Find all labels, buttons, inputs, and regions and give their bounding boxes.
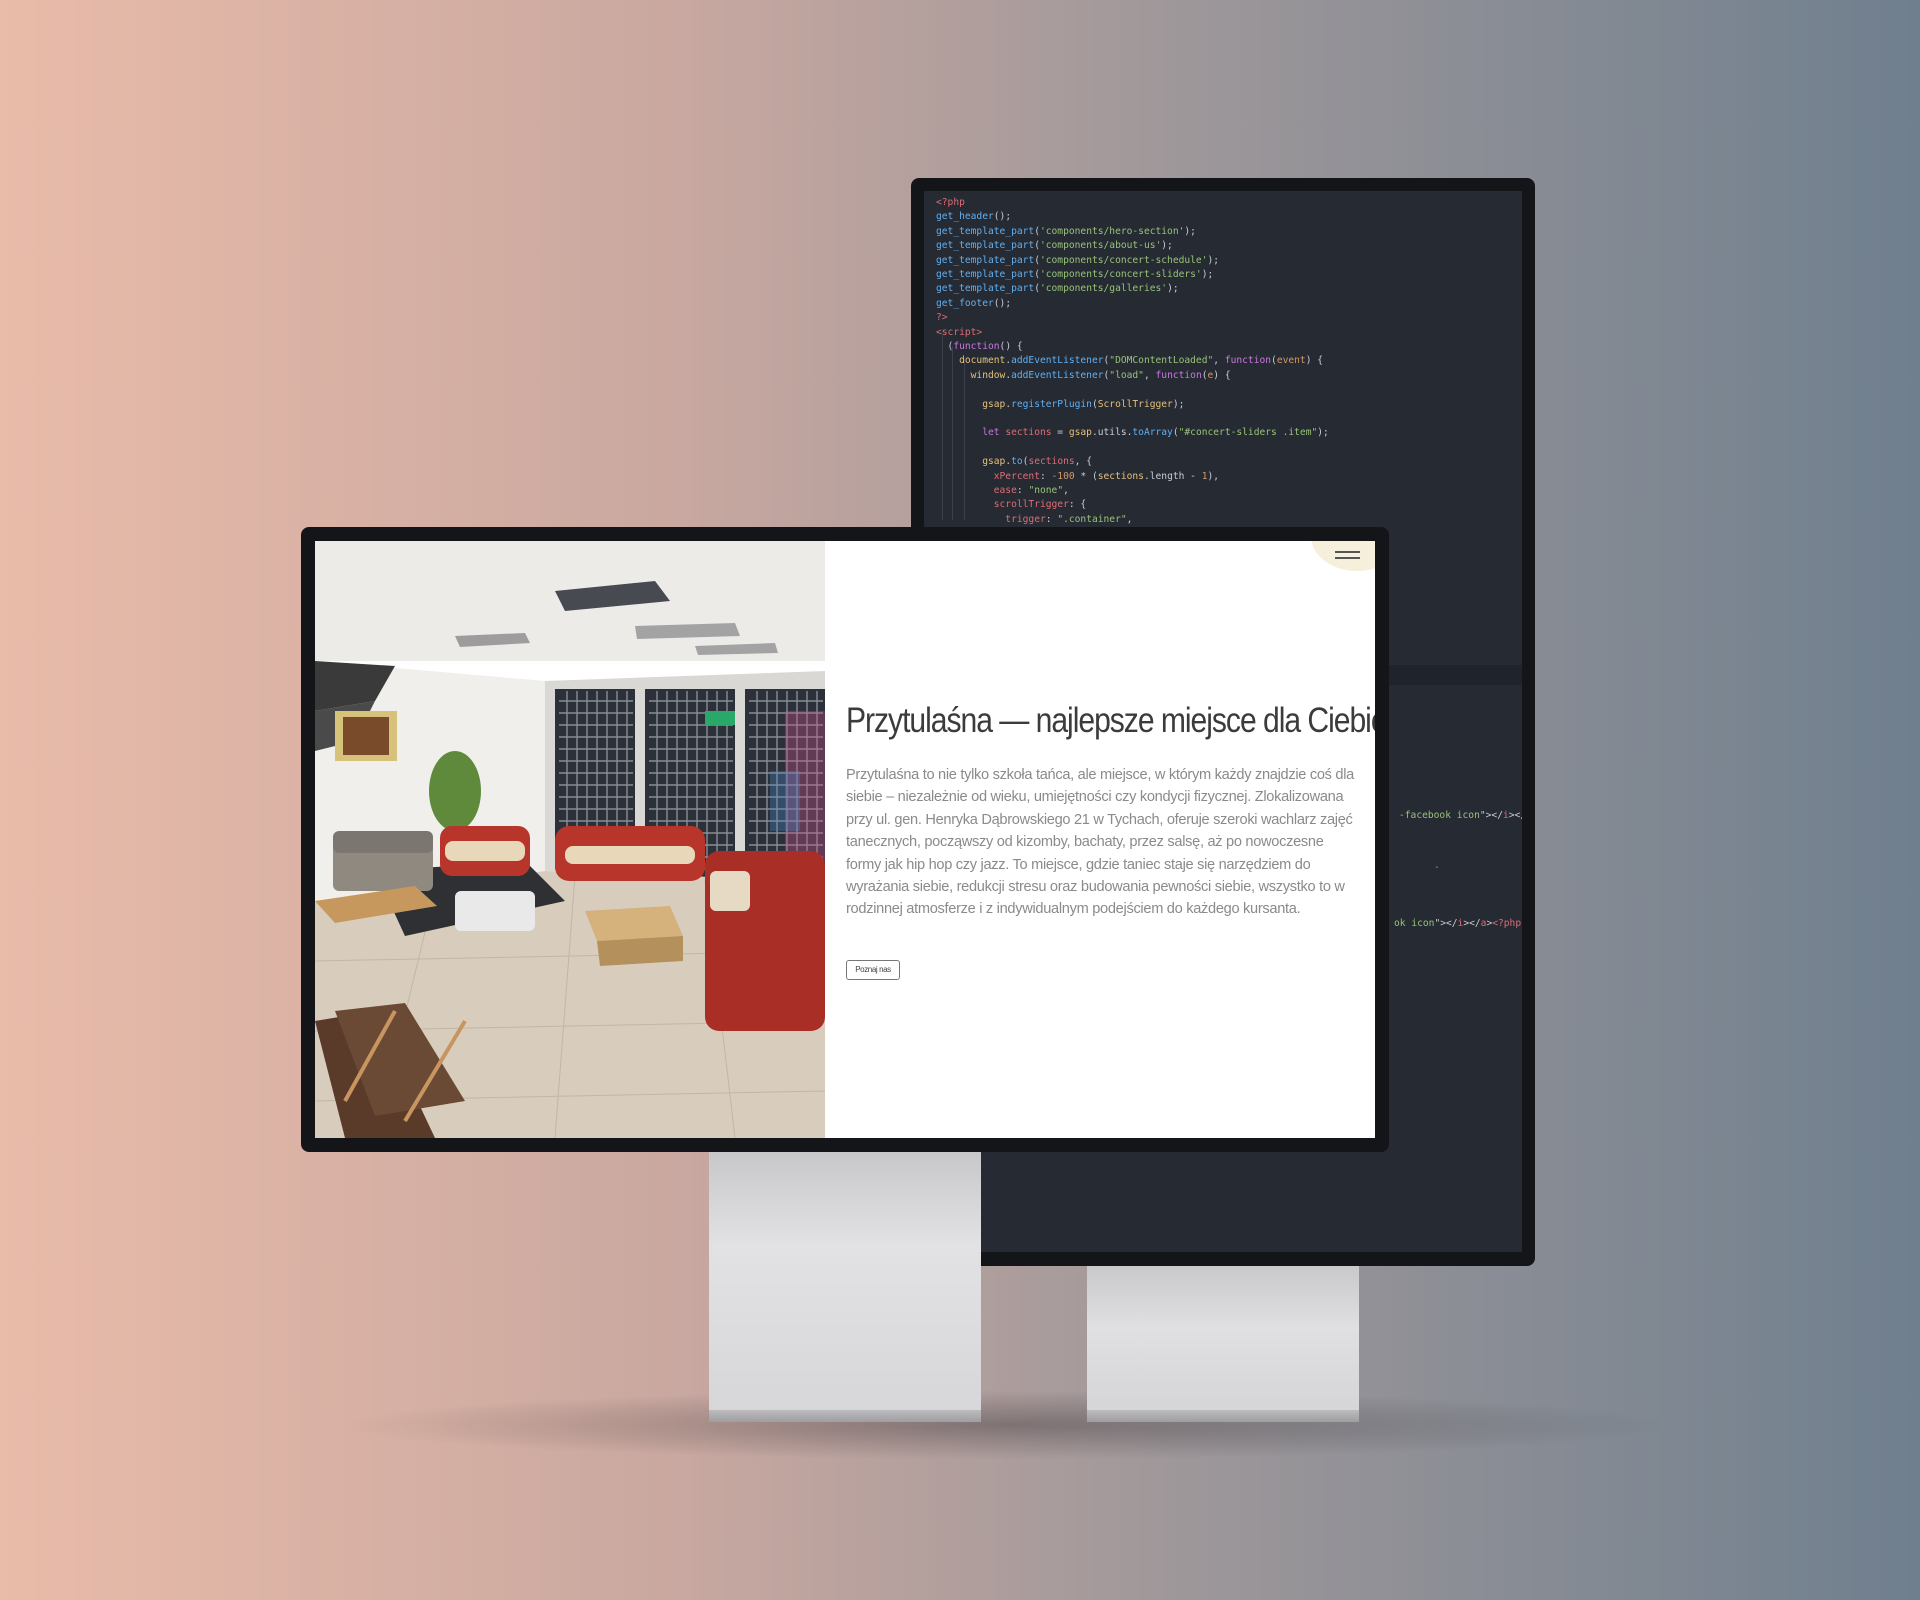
menu-bar-line	[1335, 557, 1360, 559]
code-line: gsap.registerPlugin(ScrollTrigger);	[936, 398, 1185, 410]
hero-headline: Przytulaśna — najlepsze miejsce dla Cieb…	[846, 701, 1375, 740]
code-fragment: ok icon"></i></a><?php	[1394, 918, 1522, 929]
code-line: document.addEventListener("DOMContentLoa…	[936, 355, 1324, 367]
code-line: let sections = gsap.utils.toArray("#conc…	[936, 427, 1329, 439]
studio-lounge-photo	[315, 541, 825, 1138]
floor-shadow	[330, 1390, 1680, 1460]
hero-description: Przytulaśna to nie tylko szkoła tańca, a…	[846, 767, 1355, 918]
front-monitor-stand	[709, 1150, 981, 1422]
code-fragment: -	[1434, 862, 1440, 873]
front-stand-foot	[709, 1410, 981, 1422]
code-line: get_template_part('components/concert-sc…	[936, 254, 1220, 266]
code-line: (function() {	[936, 341, 1023, 352]
code-line: ease: "none",	[936, 485, 1069, 496]
code-line: <?php	[936, 197, 965, 208]
code-line: ?>	[936, 312, 948, 324]
code-line: xPercent: -100 * (sections.length - 1),	[936, 470, 1220, 482]
indent-guide	[942, 332, 943, 520]
code-line: window.addEventListener("load", function…	[936, 369, 1231, 381]
hero-content: Przytulaśna — najlepsze miejsce dla Cieb…	[825, 541, 1375, 1138]
code-line: gsap.to(sections, {	[936, 456, 1092, 468]
code-line: scrollTrigger: {	[936, 499, 1087, 511]
indent-guide	[952, 346, 953, 520]
learn-more-button[interactable]: Poznaj nas	[846, 960, 900, 980]
code-line: get_template_part('components/galleries'…	[936, 283, 1179, 295]
code-line: get_template_part('components/about-us')…	[936, 240, 1173, 252]
menu-bar-line	[1335, 551, 1360, 553]
code-line: get_header();	[936, 211, 1012, 223]
back-stand-foot	[1087, 1410, 1359, 1422]
front-monitor: Przytulaśna — najlepsze miejsce dla Cieb…	[301, 527, 1389, 1152]
website-screen: Przytulaśna — najlepsze miejsce dla Cieb…	[315, 541, 1375, 1138]
code-line: get_template_part('components/concert-sl…	[936, 269, 1214, 280]
code-line: get_template_part('components/hero-secti…	[936, 225, 1196, 237]
indent-guide	[964, 360, 965, 520]
code-line: get_footer();	[936, 297, 1012, 309]
code-fragment: -facebook icon"></i></	[1399, 810, 1522, 821]
hamburger-menu-icon[interactable]	[1315, 541, 1375, 569]
back-monitor-stand	[1087, 1266, 1359, 1422]
code-line: trigger: ".container",	[936, 513, 1133, 525]
